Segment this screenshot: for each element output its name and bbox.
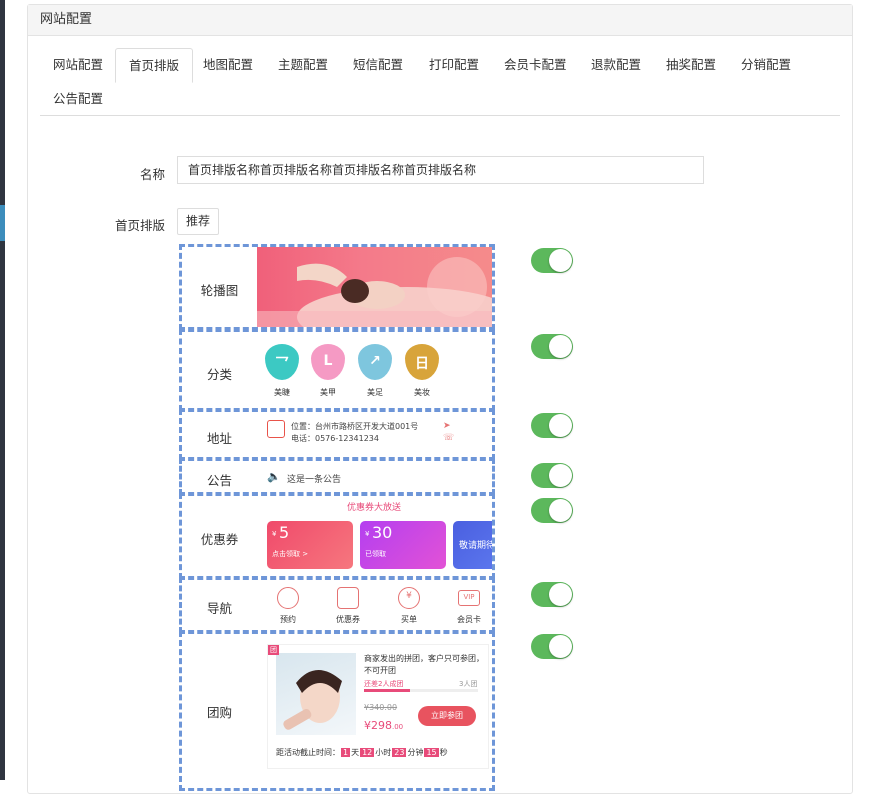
nav-item-label[interactable]: 优惠券 xyxy=(323,614,373,625)
group-badge: 团 xyxy=(268,645,279,655)
coupon-coming-soon: 敬请期待 xyxy=(459,541,492,551)
tab-notice-config[interactable]: 公告配置 xyxy=(40,82,116,116)
tab-home-layout[interactable]: 首页排版 xyxy=(115,48,194,83)
category-icon: 乛 xyxy=(265,344,299,380)
module-label: 分类 xyxy=(206,367,232,382)
old-price: ¥340.00 xyxy=(364,703,398,712)
coupon-card-3: 敬请期待 xyxy=(453,521,492,569)
name-label: 名称 xyxy=(139,167,165,182)
coupon-card-1[interactable]: ¥ 5 点击领取 > xyxy=(267,521,353,569)
progress-left: 还差2人成团 xyxy=(364,680,404,688)
category-name: 美妆 xyxy=(414,388,430,397)
module-label: 地址 xyxy=(206,431,232,446)
category-name: 美甲 xyxy=(320,388,336,397)
module-group-buy[interactable]: 团购 团 商家发出的拼团，客户只可参团，不可开团 还差2人成团 3人团 ¥340… xyxy=(179,631,495,791)
clock-icon xyxy=(277,587,299,609)
layout-label: 首页排版 xyxy=(114,218,165,233)
left-sidebar-edge xyxy=(0,0,5,780)
coupon-toggle[interactable] xyxy=(531,498,573,523)
join-group-button[interactable]: 立即参团 xyxy=(418,706,476,726)
tab-print-config[interactable]: 打印配置 xyxy=(416,48,492,82)
nav-item-label[interactable]: 预约 xyxy=(263,614,313,625)
group-card: 团 商家发出的拼团，客户只可参团，不可开团 还差2人成团 3人团 ¥340.00… xyxy=(267,644,489,769)
coupon-headline: 优惠券大放送 xyxy=(347,503,402,513)
module-notice[interactable]: 公告 🔈 这是一条公告 xyxy=(179,458,495,495)
address-preview: 位置：台州市路桥区开发大道001号 电话：0576-12341234 ➤ ☏ xyxy=(257,412,492,457)
recommend-button[interactable]: 推荐 xyxy=(177,208,220,235)
address-location: 位置：台州市路桥区开发大道001号 xyxy=(291,422,419,431)
coupon-tag-icon xyxy=(337,587,359,609)
coupon-amount: 30 xyxy=(372,523,393,542)
sidebar-active-marker xyxy=(0,205,5,241)
group-price: ¥298.00 xyxy=(364,719,404,732)
coupon-amount: 5 xyxy=(279,523,290,542)
module-label: 优惠券 xyxy=(200,532,239,547)
category-preview: 乛 L ↗ 日 美睫 美甲 美足 美妆 xyxy=(257,332,492,408)
group-description: 商家发出的拼团，客户只可参团，不可开团 xyxy=(364,654,484,675)
spa-photo-illustration xyxy=(257,257,492,327)
address-phone: 电话：0576-12341234 xyxy=(291,434,379,443)
tab-theme-config[interactable]: 主题配置 xyxy=(265,48,341,82)
nav-item-label[interactable]: 买单 xyxy=(384,614,434,625)
banner-preview xyxy=(257,247,492,327)
store-icon xyxy=(267,420,285,438)
notice-text: 这是一条公告 xyxy=(287,475,342,485)
yen-icon: ¥ xyxy=(398,587,420,609)
category-name: 美足 xyxy=(367,388,383,397)
category-icon: 日 xyxy=(405,344,439,380)
nav-item-label[interactable]: 会员卡 xyxy=(444,614,492,625)
countdown: 距活动截止时间： 1 天 12 小时 23 分钟 15 秒 xyxy=(276,748,448,757)
module-nav[interactable]: 导航 ¥ VIP 预约 优惠券 买单 会员卡 xyxy=(179,577,495,633)
module-address[interactable]: 地址 位置：台州市路桥区开发大道001号 电话：0576-12341234 ➤ … xyxy=(179,409,495,460)
group-progress-track xyxy=(364,689,478,692)
group-progress-fill xyxy=(364,689,410,692)
banner-toggle[interactable] xyxy=(531,248,573,273)
tab-site-config[interactable]: 网站配置 xyxy=(40,48,116,82)
notice-toggle[interactable] xyxy=(531,463,573,488)
module-label: 轮播图 xyxy=(200,283,239,298)
coupon-status: 已领取 xyxy=(365,550,386,558)
tab-member-card-config[interactable]: 会员卡配置 xyxy=(491,48,580,82)
module-coupon[interactable]: 优惠券 优惠券大放送 ¥ 5 点击领取 > ¥ 30 已领取 敬请期待 xyxy=(179,493,495,579)
panel-title: 网站配置 xyxy=(28,5,852,36)
tab-sms-config[interactable]: 短信配置 xyxy=(340,48,416,82)
phone-icon[interactable]: ☏ xyxy=(443,433,454,443)
tab-distribution-config[interactable]: 分销配置 xyxy=(728,48,804,82)
config-tabs: 网站配置 首页排版 地图配置 主题配置 短信配置 打印配置 会员卡配置 退款配置… xyxy=(40,48,840,116)
progress-right: 3人团 xyxy=(459,680,478,688)
tab-lottery-config[interactable]: 抽奖配置 xyxy=(653,48,729,82)
group-buy-preview: 团 商家发出的拼团，客户只可参团，不可开团 还差2人成团 3人团 ¥340.00… xyxy=(257,634,492,788)
tab-refund-config[interactable]: 退款配置 xyxy=(578,48,654,82)
module-label: 导航 xyxy=(206,601,232,616)
coupon-card-2[interactable]: ¥ 30 已领取 xyxy=(360,521,446,569)
module-banner[interactable]: 轮播图 xyxy=(179,244,495,330)
category-name: 美睫 xyxy=(274,388,290,397)
group-buy-toggle[interactable] xyxy=(531,634,573,659)
face-photo-illustration xyxy=(283,669,342,730)
coupon-preview: 优惠券大放送 ¥ 5 点击领取 > ¥ 30 已领取 敬请期待 xyxy=(257,496,492,576)
nav-toggle[interactable] xyxy=(531,582,573,607)
module-label: 公告 xyxy=(206,473,232,488)
module-category[interactable]: 分类 乛 L ↗ 日 美睫 美甲 美足 美妆 xyxy=(179,329,495,411)
coupon-action[interactable]: 点击领取 > xyxy=(272,549,308,559)
address-toggle[interactable] xyxy=(531,413,573,438)
navigate-icon[interactable]: ➤ xyxy=(443,421,451,431)
config-panel: 网站配置 网站配置 首页排版 地图配置 主题配置 短信配置 打印配置 会员卡配置… xyxy=(27,4,853,794)
vip-card-icon: VIP xyxy=(458,590,480,606)
category-toggle[interactable] xyxy=(531,334,573,359)
tab-map-config[interactable]: 地图配置 xyxy=(190,48,266,82)
notice-preview: 🔈 这是一条公告 xyxy=(257,461,492,492)
category-icon: L xyxy=(311,344,345,380)
module-label: 团购 xyxy=(206,705,232,720)
speaker-icon: 🔈 xyxy=(267,470,281,483)
category-icon: ↗ xyxy=(358,344,392,380)
nav-preview: ¥ VIP 预约 优惠券 买单 会员卡 xyxy=(257,580,492,630)
name-input[interactable]: 首页排版名称首页排版名称首页排版名称首页排版名称 xyxy=(177,156,704,184)
group-product-image xyxy=(276,653,356,735)
